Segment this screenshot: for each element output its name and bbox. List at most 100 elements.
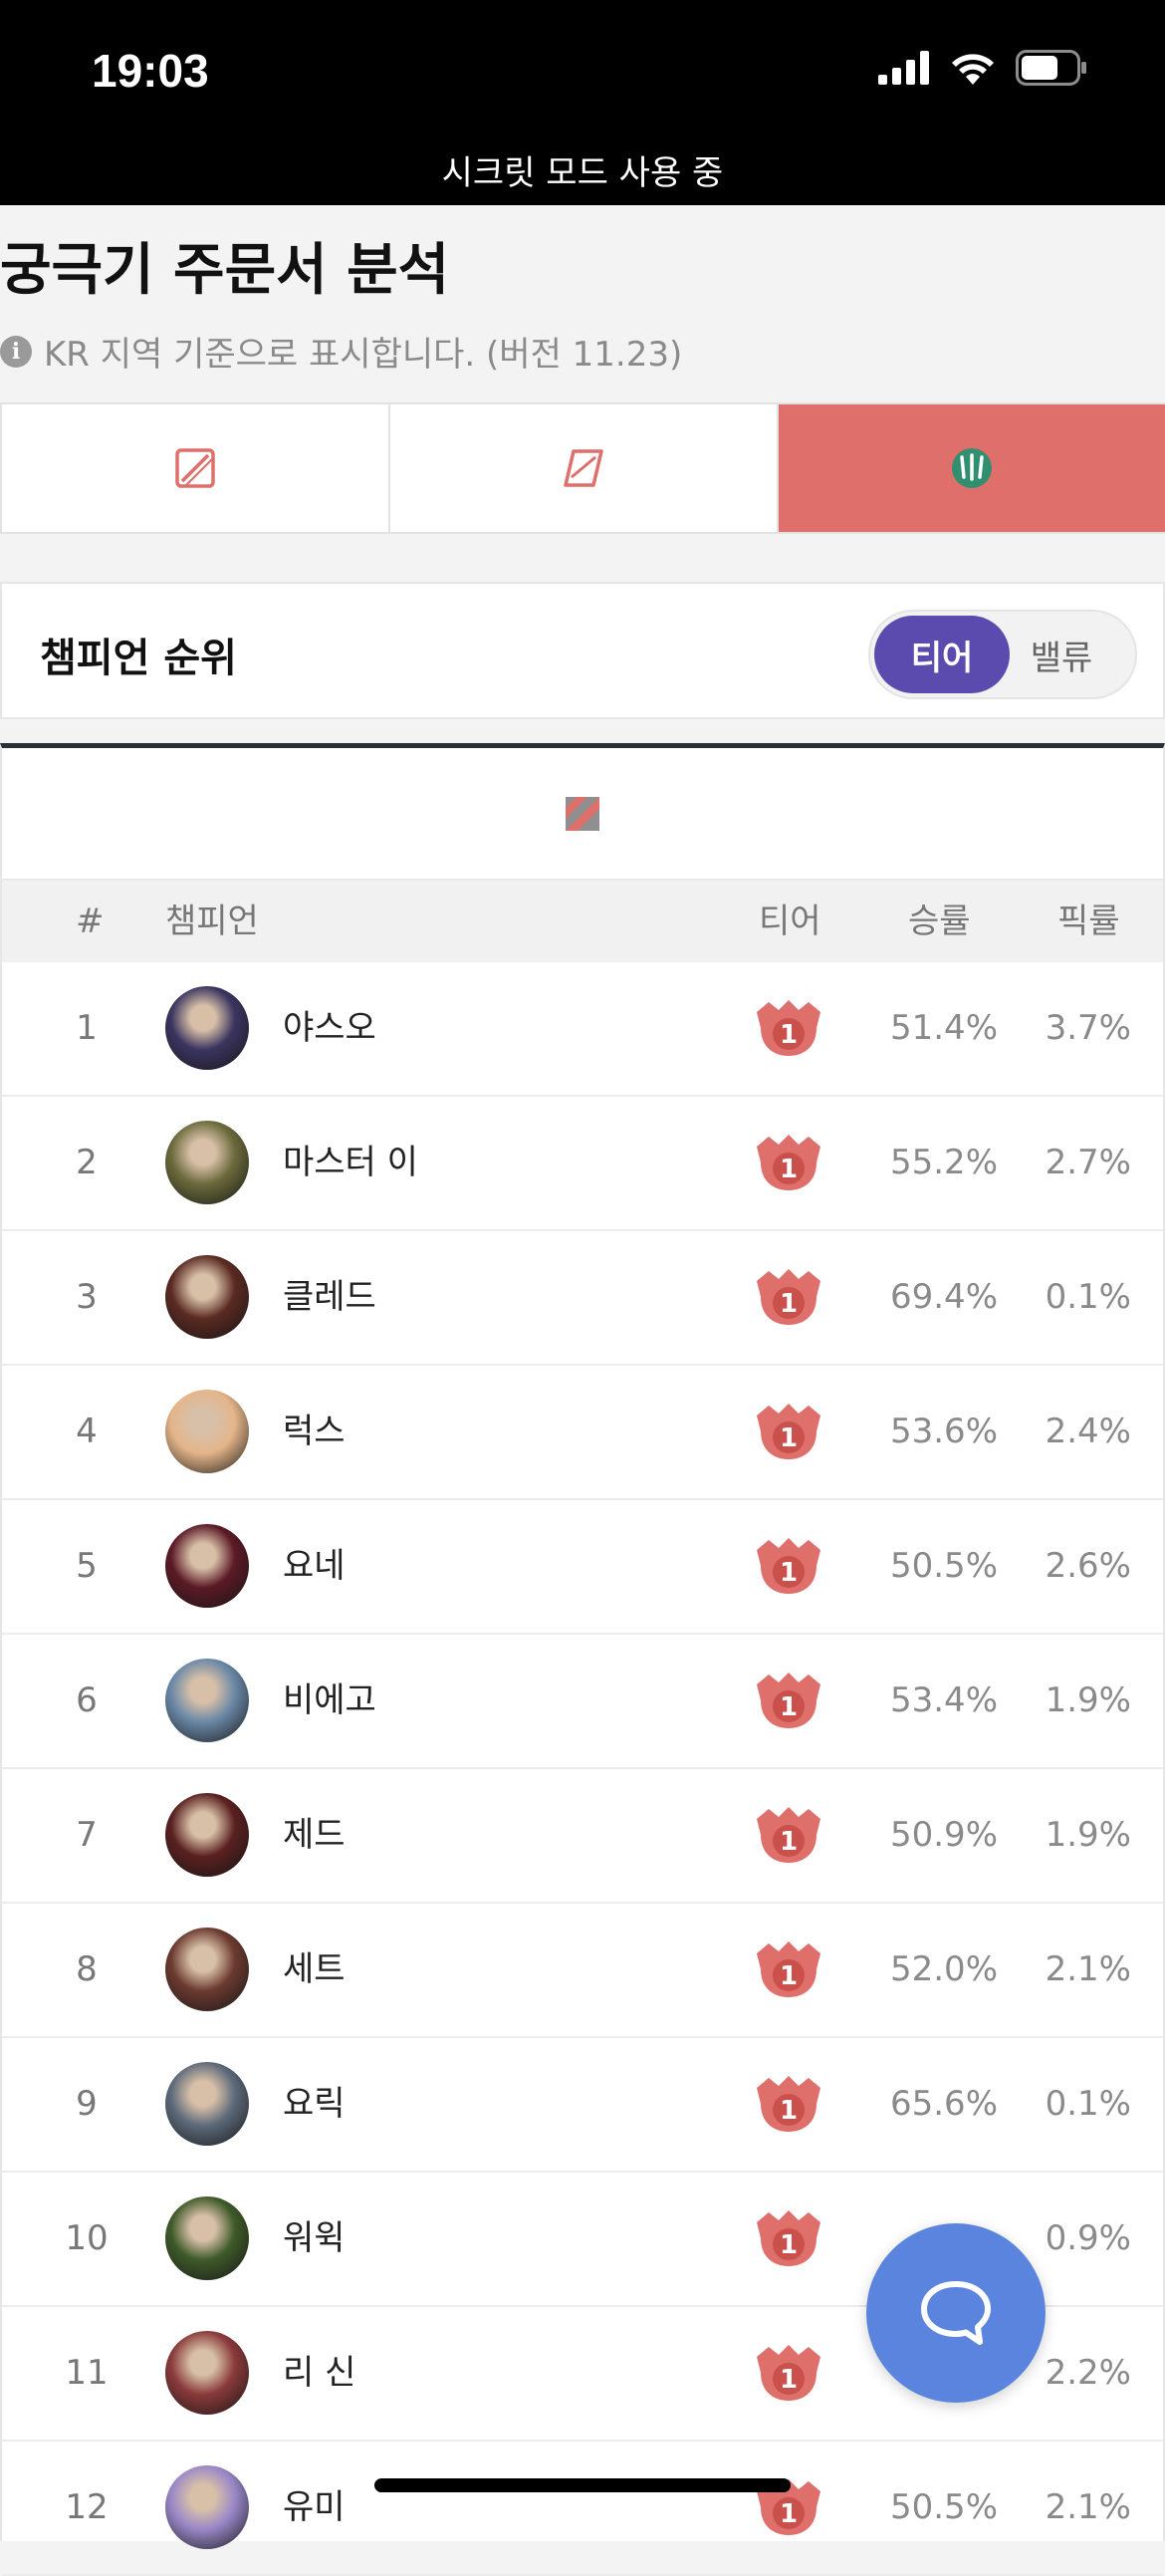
row-rank: 7: [76, 1815, 98, 1855]
tier-badge-icon: 1: [757, 1135, 820, 1190]
champion-name[interactable]: 비에고: [283, 1635, 376, 1767]
win-rate: 50.9%: [889, 1815, 998, 1855]
table-row[interactable]: 3 클레드 1 69.4% 0.1%: [2, 1231, 1163, 1366]
tier-badge-icon: 1: [757, 2345, 820, 2401]
tier-badge-icon: 1: [757, 1941, 820, 1997]
row-rank: 1: [76, 1008, 98, 1048]
tier-label: 1: [780, 1423, 798, 1453]
table-row[interactable]: 9 요릭 1 65.6% 0.1%: [2, 2038, 1163, 2173]
table-row[interactable]: 8 세트 1 52.0% 2.1%: [2, 1904, 1163, 2038]
champion-name[interactable]: 제드: [283, 1769, 346, 1902]
win-rate: 69.4%: [889, 1277, 998, 1317]
home-indicator: [374, 2478, 791, 2492]
tier-label: 1: [780, 2230, 798, 2260]
tier-badge-icon: 1: [757, 1269, 820, 1325]
row-rank: 5: [76, 1546, 98, 1586]
header-champion[interactable]: 챔피언: [165, 881, 259, 962]
champion-avatar: [165, 2331, 249, 2415]
status-bar: 19:03 시크릿 모드 사용 중: [0, 0, 1165, 205]
signal-icon: [878, 51, 929, 85]
row-rank: 11: [65, 2353, 109, 2393]
pick-rate: 1.9%: [1045, 1680, 1131, 1720]
pick-rate: 2.6%: [1045, 1546, 1131, 1586]
tier-label: 1: [780, 1289, 798, 1319]
header-pickrate[interactable]: 픽률: [1057, 881, 1120, 962]
table-row[interactable]: 6 비에고 1 53.4% 1.9%: [2, 1635, 1163, 1769]
champion-avatar: [165, 1121, 249, 1204]
pick-rate: 1.9%: [1045, 1815, 1131, 1855]
champion-name[interactable]: 세트: [283, 1904, 346, 2036]
win-rate: 51.4%: [889, 1008, 998, 1048]
table-row[interactable]: 4 럭스 1 53.6% 2.4%: [2, 1366, 1163, 1500]
champion-name[interactable]: 마스터 이: [283, 1097, 418, 1229]
scroll-icon: [564, 449, 603, 487]
row-rank: 4: [76, 1412, 98, 1451]
row-rank: 8: [76, 1949, 98, 1989]
champion-avatar: [165, 2196, 249, 2280]
win-rate: 53.4%: [889, 1680, 998, 1720]
table-row[interactable]: 12 유미 1 50.5% 2.1%: [2, 2442, 1163, 2576]
tier-label: 1: [780, 1827, 798, 1857]
region-notice-text: KR 지역 기준으로 표시합니다. (버전 11.23): [44, 335, 683, 375]
champion-avatar: [165, 1524, 249, 1608]
tier-badge-icon: 1: [757, 1807, 820, 1863]
urf-trident-icon: [952, 448, 992, 488]
row-rank: 6: [76, 1680, 98, 1720]
champion-avatar: [165, 1255, 249, 1339]
champion-name[interactable]: 워윅: [283, 2173, 346, 2305]
champion-avatar: [165, 2465, 249, 2549]
tier-value-toggle[interactable]: 티어 밸류: [868, 610, 1137, 699]
tab-scroll[interactable]: [390, 404, 779, 532]
scroll-slash-icon: [175, 448, 215, 488]
table-mode-indicator: [2, 748, 1163, 881]
header-tier[interactable]: 티어: [759, 881, 821, 962]
table-row[interactable]: 7 제드 1 50.9% 1.9%: [2, 1769, 1163, 1904]
page-title: 궁극기 주문서 분석: [0, 238, 450, 303]
chat-button[interactable]: [866, 2223, 1046, 2403]
champion-avatar: [165, 986, 249, 1070]
pick-rate: 0.1%: [1045, 2084, 1131, 2124]
champion-name[interactable]: 야스오: [283, 962, 376, 1095]
tab-urf[interactable]: [779, 404, 1165, 532]
battery-icon: [1016, 50, 1086, 86]
champion-name[interactable]: 요릭: [283, 2038, 346, 2171]
table-row[interactable]: 5 요네 1 50.5% 2.6%: [2, 1500, 1163, 1635]
pick-rate: 2.7%: [1045, 1143, 1131, 1182]
row-rank: 9: [76, 2084, 98, 2124]
tier-label: 1: [780, 2499, 798, 2529]
champion-name[interactable]: 리 신: [283, 2307, 355, 2440]
table-row[interactable]: 2 마스터 이 1 55.2% 2.7%: [2, 1097, 1163, 1231]
row-rank: 3: [76, 1277, 98, 1317]
pick-rate: 2.1%: [1045, 1949, 1131, 1989]
win-rate: 53.6%: [889, 1412, 998, 1451]
tab-scroll-slash[interactable]: [2, 404, 390, 532]
toggle-value-button[interactable]: 밸류: [994, 616, 1129, 693]
tier-label: 1: [780, 1692, 798, 1722]
incognito-banner: 시크릿 모드 사용 중: [441, 153, 724, 193]
tier-label: 1: [780, 1020, 798, 1050]
row-rank: 12: [65, 2487, 109, 2527]
mode-tabs: [0, 402, 1165, 534]
tier-badge-icon: 1: [757, 1404, 820, 1459]
table-row[interactable]: 1 야스오 1 51.4% 3.7%: [2, 962, 1163, 1097]
info-icon: i: [0, 335, 32, 368]
champion-name[interactable]: 럭스: [283, 1366, 346, 1498]
tier-label: 1: [780, 1558, 798, 1588]
tier-label: 1: [780, 2365, 798, 2395]
champion-name[interactable]: 클레드: [283, 1231, 376, 1364]
wifi-icon: [952, 54, 994, 85]
champion-avatar: [165, 1390, 249, 1473]
pick-rate: 2.4%: [1045, 1412, 1131, 1451]
tier-label: 1: [780, 2096, 798, 2126]
champion-name[interactable]: 유미: [283, 2442, 346, 2574]
pick-rate: 3.7%: [1045, 1008, 1131, 1048]
champion-avatar: [165, 2062, 249, 2146]
win-rate: 55.2%: [889, 1143, 998, 1182]
pick-rate: 0.1%: [1045, 1277, 1131, 1317]
header-winrate[interactable]: 승률: [908, 881, 971, 962]
toggle-tier-button[interactable]: 티어: [874, 616, 1010, 693]
tier-badge-icon: 1: [757, 1538, 820, 1594]
champion-name[interactable]: 요네: [283, 1500, 346, 1633]
champion-avatar: [165, 1659, 249, 1742]
pick-rate: 2.1%: [1045, 2487, 1131, 2527]
